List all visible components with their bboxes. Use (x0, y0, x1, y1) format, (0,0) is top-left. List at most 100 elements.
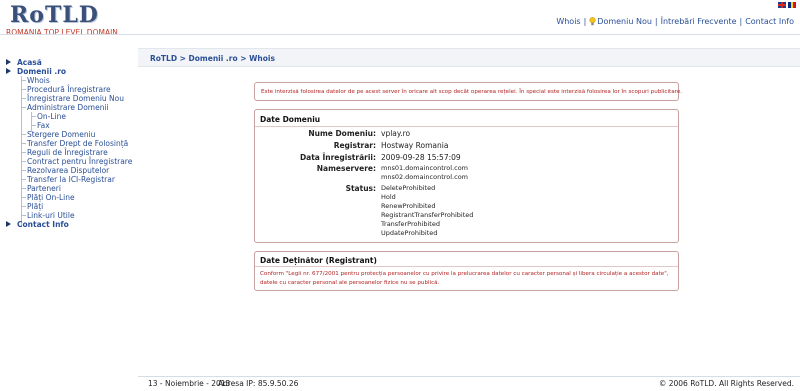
nav-contact-link[interactable]: Contact Info (745, 17, 794, 26)
sidebar-item-label: Plăți On-Line (27, 193, 75, 202)
sidebar-item-label: Transfer Drept de Folosință (27, 139, 129, 148)
sidebar-item-label: Procedură Înregistrare (27, 85, 111, 94)
sidebar-item-plati-online[interactable]: Plăți On-Line (0, 193, 138, 202)
sidebar-item-fax[interactable]: Fax (0, 121, 138, 130)
sidebar-item-label: Rezolvarea Disputelor (27, 166, 110, 175)
footer-ip-address: Adresa IP: 85.9.50.26 (218, 379, 299, 388)
nav-whois-link[interactable]: Whois (556, 17, 580, 26)
tree-branch (31, 116, 36, 117)
panel-divider (255, 126, 678, 127)
sidebar-item-label: Înregistrare Domeniu Nou (27, 94, 124, 103)
domain-name-label: Nume Domeniu: (308, 129, 376, 138)
tree-branch (21, 170, 26, 171)
tree-branch (21, 80, 26, 81)
header-divider (0, 34, 800, 35)
panel-divider (255, 266, 678, 267)
sidebar-item-acasa[interactable]: Acasă (0, 58, 138, 67)
registrant-data-panel: Date Deținător (Registrant) Conform "Leg… (254, 251, 679, 291)
logo-text: RoTLD (10, 2, 99, 28)
sidebar-item-parteneri[interactable]: Parteneri (0, 184, 138, 193)
sidebar-item-domenii-ro[interactable]: Domenii .ro (0, 67, 138, 76)
lightbulb-icon (589, 17, 596, 26)
tree-branch (31, 125, 36, 126)
footer-copyright: © 2006 RoTLD. All Rights Reserved. (658, 379, 794, 388)
sidebar-item-linkuri[interactable]: Link-uri Utile (0, 211, 138, 220)
status-value: RegistrantTransferProhibited (381, 211, 474, 219)
language-flags (778, 2, 797, 8)
rotld-logo[interactable]: RoTLD ROMANIA TOP LEVEL DOMAIN (6, 2, 126, 38)
registration-date-label: Data Înregistrării: (299, 153, 376, 162)
sidebar-item-stergere[interactable]: Stergere Domeniu (0, 130, 138, 139)
registration-date-value: 2009-09-28 15:57:09 (381, 153, 461, 162)
sidebar-item-online[interactable]: On-Line (0, 112, 138, 121)
status-value: Hold (381, 193, 396, 201)
sidebar-item-label: Domenii .ro (17, 67, 67, 76)
sidebar-item-label: On-Line (37, 112, 66, 121)
tree-branch (21, 98, 26, 99)
breadcrumb: RoTLD > Domenii .ro > Whois (150, 54, 275, 63)
tree-branch (21, 179, 26, 180)
tree-branch (21, 152, 26, 153)
double-arrow-icon (6, 221, 11, 227)
status-value: UpdateProhibited (381, 229, 438, 237)
nav-new-domain-link[interactable]: Domeniu Nou (597, 17, 652, 26)
status-value: TransferProhibited (381, 220, 440, 228)
tree-branch (21, 134, 26, 135)
registrant-privacy-notice: Conform "Legii nr. 677/2001 pentru prote… (260, 270, 669, 288)
nameserver-value: mns02.domaincontrol.com (381, 173, 468, 181)
nameservers-label: Nameservere: (316, 164, 376, 173)
tree-branch (21, 215, 26, 216)
sidebar-item-label: Acasă (17, 58, 42, 67)
romanian-flag-icon[interactable] (788, 2, 797, 8)
status-label: Status: (345, 184, 376, 193)
sidebar-item-contract[interactable]: Contract pentru Înregistrare (0, 157, 138, 166)
sidebar-item-plati[interactable]: Plăți (0, 202, 138, 211)
sidebar-item-label: Contract pentru Înregistrare (27, 157, 133, 166)
logo-tagline: ROMANIA TOP LEVEL DOMAIN (6, 28, 118, 37)
sidebar-menu: Acasă Domenii .ro Whois Procedură Înregi… (0, 58, 138, 229)
tree-branch (21, 143, 26, 144)
status-value: DeleteProhibited (381, 184, 436, 192)
sidebar-item-transfer-ici[interactable]: Transfer la ICI-Registrar (0, 175, 138, 184)
privacy-warning-box: Este interzisă folosirea datelor de pe a… (254, 82, 683, 101)
sidebar-item-administrare[interactable]: Administrare Domenii (0, 103, 138, 112)
tree-branch (21, 89, 26, 90)
tree-branch (21, 206, 26, 207)
nameserver-value: mns01.domaincontrol.com (381, 164, 468, 172)
notice-line: datele cu caracter personal ale persoane… (260, 280, 440, 286)
sidebar-item-inregistrare-nou[interactable]: Înregistrare Domeniu Nou (0, 94, 138, 103)
breadcrumb-bar: RoTLD > Domenii .ro > Whois (138, 48, 800, 67)
nameservers-values: mns01.domaincontrol.com mns02.domaincont… (381, 164, 468, 182)
double-arrow-icon (6, 59, 11, 65)
sidebar-item-transfer-drept[interactable]: Transfer Drept de Folosință (0, 139, 138, 148)
tree-branch (21, 197, 26, 198)
sidebar-item-procedura[interactable]: Procedură Înregistrare (0, 85, 138, 94)
status-values: DeleteProhibited Hold RenewProhibited Re… (381, 184, 473, 238)
tree-branch (21, 188, 26, 189)
privacy-warning-text: Este interzisă folosirea datelor de pe a… (261, 89, 683, 95)
registrar-value: Hostway Romania (381, 141, 449, 150)
sidebar-item-label: Plăți (27, 202, 44, 211)
domain-data-title: Date Domeniu (260, 115, 321, 124)
sidebar-item-label: Reguli de Înregistrare (27, 148, 108, 157)
nav-faq-link[interactable]: Întrebări Frecvente (661, 17, 737, 26)
sidebar-item-reguli[interactable]: Reguli de Înregistrare (0, 148, 138, 157)
top-navigation: Whois | Domeniu Nou | Întrebări Frecvent… (556, 17, 794, 26)
sidebar-item-contact[interactable]: Contact Info (0, 220, 138, 229)
sidebar-item-label: Contact Info (17, 220, 69, 229)
domain-name-value: vplay.ro (381, 129, 411, 138)
sidebar-item-label: Whois (27, 76, 50, 85)
sidebar-item-dispute[interactable]: Rezolvarea Disputelor (0, 166, 138, 175)
sidebar-item-label: Link-uri Utile (27, 211, 75, 220)
sidebar-item-whois[interactable]: Whois (0, 76, 138, 85)
nav-separator: | (654, 17, 658, 26)
sidebar-item-label: Stergere Domeniu (27, 130, 96, 139)
sidebar-item-label: Transfer la ICI-Registrar (27, 175, 115, 184)
registrant-data-title: Date Deținător (Registrant) (260, 256, 377, 265)
nav-separator: | (739, 17, 743, 26)
nav-separator: | (583, 17, 587, 26)
tree-branch (21, 107, 26, 108)
english-flag-icon[interactable] (778, 2, 786, 8)
registrar-label: Registrar: (333, 141, 376, 150)
notice-line: Conform "Legii nr. 677/2001 pentru prote… (260, 271, 669, 277)
